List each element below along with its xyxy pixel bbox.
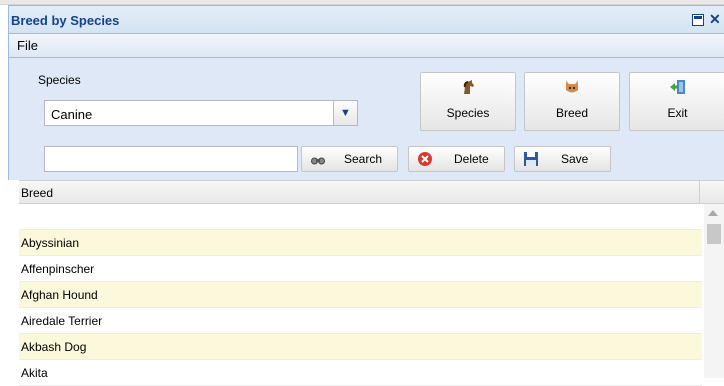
species-label: Species (38, 73, 81, 87)
breed-button-label: Breed (555, 106, 589, 120)
breed-cell: Akbash Dog (21, 340, 87, 354)
floppy-disk-icon (523, 151, 539, 167)
species-combobox[interactable]: Canine ▼ (44, 100, 358, 126)
menu-bar: File (8, 34, 724, 58)
save-button[interactable]: Save (514, 146, 611, 172)
delete-icon (417, 151, 433, 167)
exit-door-icon (669, 79, 687, 99)
cat-icon (564, 79, 580, 99)
window-titlebar[interactable]: Breed by Species ✕ (8, 5, 724, 34)
species-button-label: Species (446, 106, 490, 120)
table-row[interactable] (19, 204, 702, 230)
breed-cell: Airedale Terrier (21, 314, 103, 328)
table-row[interactable]: Afghan Hound (19, 282, 702, 308)
form-panel: Species Canine ▼ Species Breed Exit Sear… (8, 58, 724, 180)
species-selected-value: Canine (51, 107, 93, 122)
exit-button-label: Exit (667, 106, 688, 120)
close-icon[interactable]: ✕ (709, 12, 724, 26)
scrollbar-thumb[interactable] (707, 224, 721, 244)
delete-button-label: Delete (454, 152, 489, 166)
delete-button[interactable]: Delete (408, 146, 505, 172)
save-button-label: Save (561, 152, 589, 166)
breed-cell: Afghan Hound (21, 288, 98, 302)
search-input[interactable] (44, 146, 298, 172)
table-row[interactable]: Abyssinian (19, 230, 702, 256)
table-row[interactable]: Akita (19, 360, 702, 386)
binoculars-icon (310, 151, 326, 167)
vertical-scrollbar[interactable] (704, 204, 724, 378)
menu-file[interactable]: File (17, 38, 38, 53)
table-row[interactable]: Akbash Dog (19, 334, 702, 360)
search-button[interactable]: Search (301, 146, 398, 172)
breed-list: Abyssinian Affenpinscher Afghan Hound Ai… (19, 204, 702, 386)
table-row[interactable]: Airedale Terrier (19, 308, 702, 334)
species-button[interactable]: Species (420, 72, 516, 131)
column-header-breed[interactable]: Breed (21, 186, 53, 200)
breed-cell: Abyssinian (21, 236, 80, 250)
grid-header: Breed (19, 180, 724, 204)
combo-trigger[interactable]: ▼ (333, 101, 357, 125)
chevron-down-icon: ▼ (340, 107, 351, 119)
table-row[interactable]: Affenpinscher (19, 256, 702, 282)
column-separator (699, 181, 700, 203)
exit-button[interactable]: Exit (629, 72, 724, 131)
maximize-icon[interactable] (692, 14, 704, 26)
breed-button[interactable]: Breed (524, 72, 620, 131)
breed-cell: Affenpinscher (21, 262, 95, 276)
window-title: Breed by Species (11, 13, 120, 28)
horse-icon (460, 79, 476, 99)
search-button-label: Search (344, 152, 383, 166)
scroll-up-icon[interactable] (708, 210, 718, 216)
